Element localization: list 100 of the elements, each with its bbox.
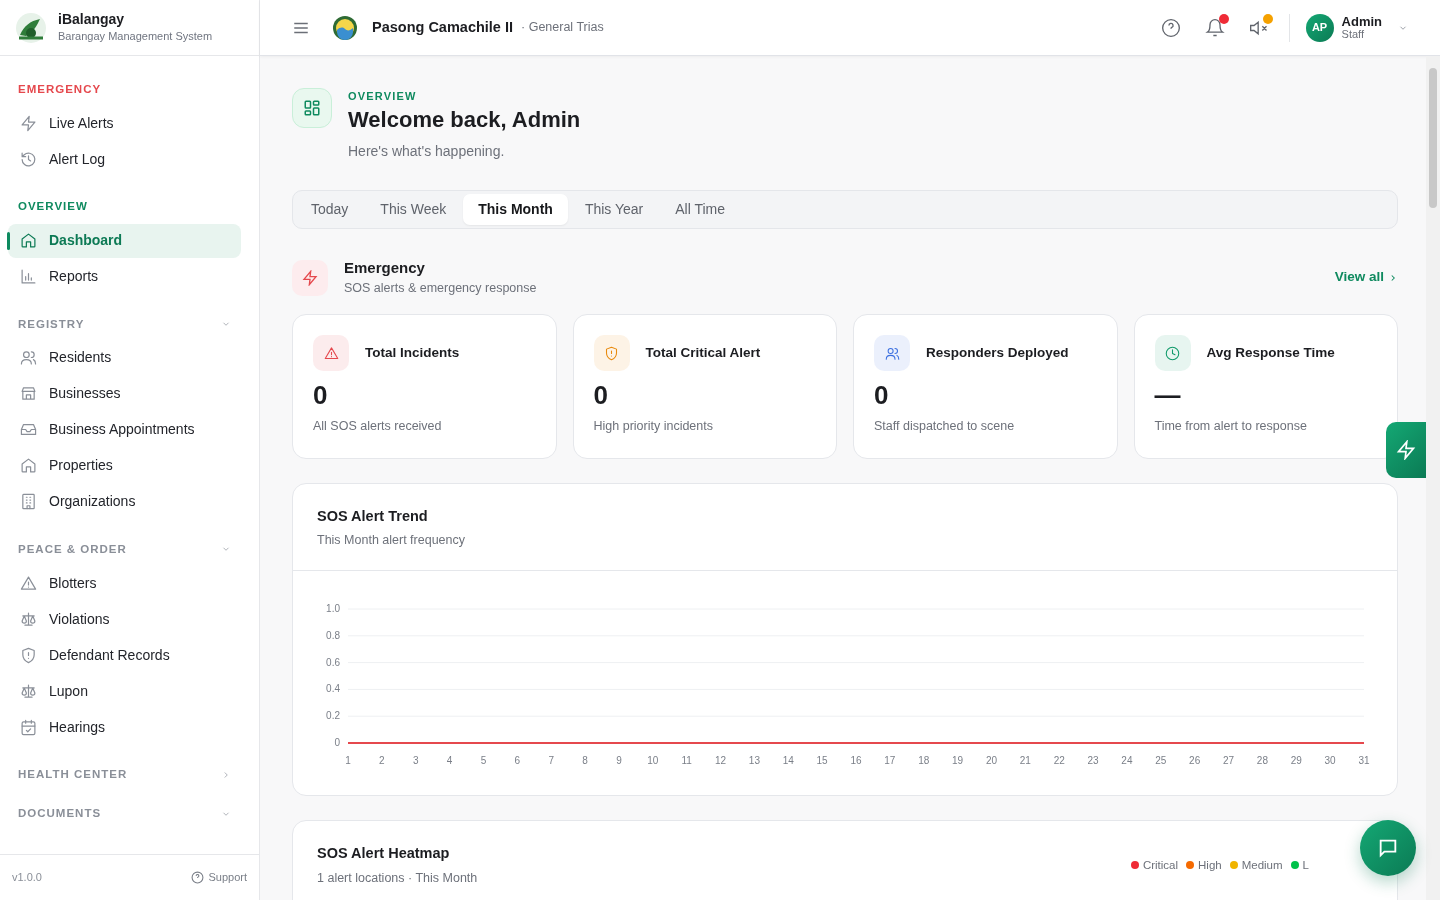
calendar-icon <box>20 718 37 736</box>
x-tick-label: 9 <box>616 755 622 767</box>
app-name: iBalangay <box>58 10 126 28</box>
chat-button[interactable] <box>1360 820 1416 876</box>
x-tick-label: 22 <box>1053 755 1065 767</box>
view-all-link[interactable]: View all <box>1334 267 1398 288</box>
nav-item[interactable]: Alert Log <box>8 142 241 177</box>
nav-item[interactable]: Properties <box>8 448 241 483</box>
period-tab[interactable]: This Week <box>365 193 462 225</box>
x-tick-label: 6 <box>514 755 521 767</box>
nav-item[interactable]: Residents <box>8 340 241 375</box>
card-subtitle: This Month alert frequency <box>317 532 466 550</box>
x-tick-label: 15 <box>816 755 828 767</box>
y-tick-label: 0 <box>334 737 340 749</box>
page-subtitle: Here's what's happening. <box>348 141 506 161</box>
scale-icon <box>20 682 37 700</box>
x-tick-label: 24 <box>1121 755 1133 767</box>
legend-label: Medium <box>1241 857 1283 873</box>
logo <box>14 10 48 45</box>
section-heading: EMERGENCY <box>18 82 102 97</box>
x-tick-label: 5 <box>480 755 487 767</box>
stat-caption: All SOS alerts received <box>313 417 443 435</box>
nav-item[interactable]: Lupon <box>8 674 241 708</box>
user-role: Staff <box>1341 28 1365 41</box>
seal-icon <box>332 14 358 41</box>
nav-item[interactable]: Reports <box>8 259 241 294</box>
nav-item[interactable]: Blotters <box>8 566 241 600</box>
home-icon <box>20 457 37 475</box>
nav-item[interactable]: Defendant Records <box>8 638 241 672</box>
stat-caption: High priority incidents <box>593 417 714 435</box>
y-tick-label: 0.6 <box>326 656 340 668</box>
support-link[interactable]: Support <box>191 869 247 886</box>
y-tick-label: 0.4 <box>326 683 340 695</box>
user-menu[interactable]: AP Admin Staff <box>1305 13 1408 42</box>
x-tick-label: 25 <box>1155 755 1167 767</box>
bolt-icon <box>292 259 328 296</box>
x-tick-label: 16 <box>850 755 862 767</box>
nav-item[interactable]: Businesses <box>8 376 241 411</box>
legend-label: L <box>1302 857 1309 873</box>
stat-title: Total Critical Alert <box>645 344 761 362</box>
barangay-name: Pasong Camachile II <box>372 17 514 37</box>
stat-value: — <box>1154 379 1182 413</box>
bar-chart-icon <box>20 268 37 285</box>
users-icon <box>884 345 900 361</box>
x-tick-label: 14 <box>782 755 794 767</box>
card-title: SOS Alert Heatmap <box>317 844 451 864</box>
legend-label: Critical <box>1142 857 1179 873</box>
scrollbar[interactable] <box>1426 56 1440 900</box>
x-tick-label: 30 <box>1324 755 1336 767</box>
stat-title: Total Incidents <box>365 344 460 362</box>
sos-button[interactable] <box>1386 422 1426 478</box>
x-tick-label: 20 <box>985 755 998 767</box>
help-icon <box>1160 18 1181 39</box>
x-tick-label: 1 <box>345 755 351 767</box>
x-tick-label: 31 <box>1358 755 1370 767</box>
x-tick-label: 4 <box>446 755 453 767</box>
x-tick-label: 21 <box>1019 755 1031 767</box>
section-subtitle: SOS alerts & emergency response <box>344 280 537 298</box>
nav-item[interactable]: Hearings <box>8 710 241 744</box>
section-eyebrow: OVERVIEW <box>348 89 418 104</box>
user-name: Admin <box>1341 14 1382 29</box>
stat-title: Responders Deployed <box>926 344 1069 362</box>
bolt-icon <box>20 114 37 132</box>
page-title: Welcome back, Admin <box>348 106 581 133</box>
clock-icon <box>1165 345 1180 361</box>
period-tab[interactable]: This Month <box>463 193 568 225</box>
stat-caption: Time from alert to response <box>1154 417 1308 435</box>
help-icon <box>191 871 205 884</box>
section-title: Emergency <box>344 257 426 278</box>
y-tick-label: 0.8 <box>326 630 340 641</box>
dashboard-icon <box>292 88 332 128</box>
card-subtitle: 1 alert locations · This Month <box>317 869 478 887</box>
shield-icon <box>20 646 37 664</box>
x-tick-label: 26 <box>1189 755 1201 767</box>
x-tick-label: 3 <box>412 755 419 767</box>
nav-item[interactable]: Dashboard <box>8 223 241 258</box>
avatar: AP <box>1305 13 1334 42</box>
period-tab[interactable]: Today <box>296 193 364 225</box>
stat-caption: Staff dispatched to scene <box>874 417 1016 435</box>
x-tick-label: 11 <box>681 755 692 767</box>
x-tick-label: 23 <box>1087 755 1099 767</box>
section-heading: OVERVIEW <box>18 199 88 215</box>
period-tab[interactable]: All Time <box>660 193 741 225</box>
nav-item[interactable]: Organizations <box>8 484 241 519</box>
users-icon <box>20 349 37 367</box>
warning-icon <box>323 345 339 361</box>
city-name: · General Trias <box>521 19 604 37</box>
stat-value: 0 <box>593 379 609 413</box>
nav-item[interactable]: Violations <box>8 602 241 636</box>
scale-icon <box>20 610 37 628</box>
period-tab[interactable]: This Year <box>569 193 659 225</box>
legend-label: High <box>1198 857 1222 873</box>
nav-item[interactable]: Business Appointments <box>8 412 241 447</box>
x-tick-label: 12 <box>714 755 727 767</box>
building-icon <box>20 493 37 511</box>
x-tick-label: 18 <box>918 755 930 767</box>
x-tick-label: 13 <box>748 755 760 767</box>
x-tick-label: 29 <box>1290 755 1302 767</box>
nav-item[interactable]: Live Alerts <box>8 106 241 141</box>
shield-icon <box>604 345 619 361</box>
